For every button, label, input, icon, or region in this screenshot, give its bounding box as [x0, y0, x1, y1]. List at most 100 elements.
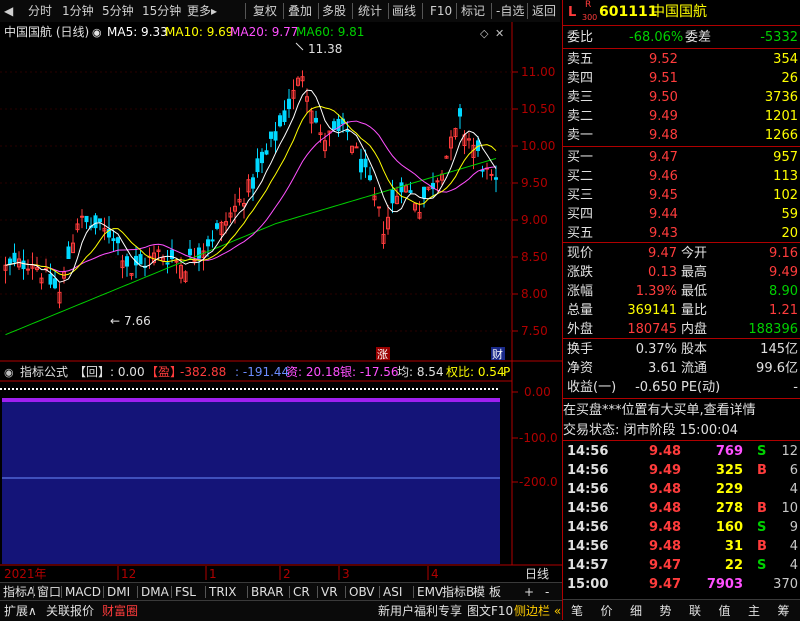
trade-time: 14:56: [567, 482, 609, 497]
indicator-tab[interactable]: FSL: [175, 583, 196, 601]
fundamental-value: 0.37%: [635, 342, 677, 357]
indicator-tab[interactable]: MACD: [65, 583, 101, 601]
divider: [563, 440, 800, 441]
quote-tab[interactable]: 主: [748, 602, 760, 620]
low-label-arrow: ←: [110, 314, 120, 328]
tab-divider: [345, 586, 346, 598]
new-user-promo[interactable]: 新用户福利专享: [378, 602, 462, 620]
indicator-tick-2: -200.0: [519, 475, 558, 489]
indicator-v2: : -191.44: [235, 365, 289, 379]
candle-body: [345, 130, 350, 133]
divider: [563, 48, 800, 49]
candle-body: [21, 260, 26, 270]
trade-count: 9: [789, 520, 798, 535]
tab-15min[interactable]: 15分钟: [142, 3, 181, 19]
indicator-tab[interactable]: CR: [293, 583, 310, 601]
stat-value: 9.47: [648, 246, 677, 261]
sidebar-toggle[interactable]: 侧边栏 «: [514, 602, 561, 620]
quote-tab[interactable]: 值: [719, 602, 731, 620]
indicator-yin: 银: -17.56: [340, 365, 399, 379]
quote-tab[interactable]: 联: [689, 602, 701, 620]
btn-mark[interactable]: 标记: [461, 3, 485, 19]
trade-time: 14:56: [567, 501, 609, 516]
indicator-b-tab[interactable]: 指标B: [442, 583, 474, 601]
candle-body: [354, 146, 359, 149]
quote-tab[interactable]: 笔: [571, 602, 583, 620]
tab-1min[interactable]: 1分钟: [62, 3, 94, 19]
bid-level-label: 买四: [567, 207, 594, 222]
quote-tab[interactable]: 筹: [778, 602, 790, 620]
tab-divider: [289, 586, 290, 598]
indicator-tab[interactable]: TRIX: [209, 583, 236, 601]
ask-price: 9.50: [649, 90, 678, 105]
quote-tab[interactable]: 价: [601, 602, 613, 620]
f10-graphic-tab[interactable]: 图文F10: [467, 602, 513, 620]
indicator-tab[interactable]: VR: [321, 583, 338, 601]
toolbar-divider: [318, 3, 319, 19]
btn-statistics[interactable]: 统计: [358, 3, 382, 19]
related-quotes-tab[interactable]: 关联报价: [46, 602, 94, 620]
trade-side: S: [757, 444, 767, 459]
indicator-dropdown-icon[interactable]: ◉: [4, 366, 14, 379]
trade-price: 9.47: [649, 577, 682, 592]
indicator-tab[interactable]: BRAR: [251, 583, 284, 601]
trade-price: 9.48: [649, 501, 682, 516]
trade-row: 14:56 9.49 325 B 6: [563, 461, 800, 480]
trade-count: 370: [773, 577, 798, 592]
btn-multi-stock[interactable]: 多股: [322, 3, 346, 19]
big-order-notice[interactable]: 在买盘***位置有大买单,查看详情: [563, 401, 800, 420]
tab-timeshare[interactable]: 分时: [28, 3, 52, 19]
candle-body: [192, 259, 197, 262]
ask-volume: 1201: [764, 109, 798, 124]
tab-more[interactable]: 更多▸: [187, 3, 217, 19]
close-icon[interactable]: ✕: [495, 27, 504, 40]
kline-chart[interactable]: 中国国航 (日线) ◉ MA5: 9.33 MA10: 9.69 MA20: 9…: [0, 22, 562, 620]
ask-row: 卖五 9.52 354: [563, 50, 800, 69]
weicha-label: 委差: [685, 30, 712, 45]
trade-time: 14:56: [567, 539, 609, 554]
dropdown-icon[interactable]: ◉: [92, 26, 102, 39]
time-label-0: 2021年: [4, 567, 47, 581]
period-label[interactable]: 日线: [525, 567, 549, 581]
ask-row: 卖一 9.48 1266: [563, 126, 800, 145]
candle-body: [359, 158, 363, 173]
indicator-tab[interactable]: OBV: [349, 583, 375, 601]
indicator-area: [2, 398, 500, 564]
btn-back[interactable]: 返回: [532, 3, 556, 19]
btn-f10[interactable]: F10: [430, 3, 452, 19]
candle-body: [422, 186, 426, 199]
tab-5min[interactable]: 5分钟: [102, 3, 134, 19]
price-tick-label: 10.50: [521, 102, 555, 116]
fundamental-row: 收益(一) -0.650 PE(动) -: [563, 378, 800, 397]
btn-draw-line[interactable]: 画线: [392, 3, 416, 19]
indicator-tab[interactable]: EMV: [417, 583, 443, 601]
btn-overlay[interactable]: 叠加: [288, 3, 312, 19]
btn-fuquan[interactable]: 复权: [253, 3, 277, 19]
btn-remove-favorite[interactable]: -自选: [496, 3, 524, 19]
candle-body: [314, 117, 318, 123]
zoom-in-button[interactable]: +: [524, 583, 534, 601]
indicator-tab[interactable]: DMI: [107, 583, 130, 601]
template-tab[interactable]: 板: [489, 583, 501, 601]
wealth-circle-tab[interactable]: 财富圈: [102, 602, 138, 620]
expand-button[interactable]: 扩展∧: [4, 602, 37, 620]
candle-body: [48, 273, 53, 285]
fundamental-label: 收益(一): [567, 380, 617, 395]
diamond-icon[interactable]: ◇: [480, 27, 489, 40]
candle-body: [125, 256, 129, 267]
template-tab[interactable]: 模: [473, 583, 485, 601]
candle-body: [116, 237, 120, 244]
indicator-tab[interactable]: DMA: [141, 583, 169, 601]
scroll-left-icon[interactable]: ◀: [4, 3, 13, 19]
quote-tab[interactable]: 细: [630, 602, 642, 620]
trade-time: 14:57: [567, 558, 609, 573]
divider: [563, 338, 800, 339]
indicator-tab[interactable]: ASI: [383, 583, 402, 601]
quote-tab[interactable]: 势: [660, 602, 672, 620]
ask-row: 卖四 9.51 26: [563, 69, 800, 88]
zoom-out-button[interactable]: -: [545, 583, 549, 601]
stat-label: 涨幅: [567, 284, 594, 299]
indicator-tab[interactable]: 窗口: [37, 583, 61, 601]
indicator-tab[interactable]: 指标A: [3, 583, 35, 601]
stat-value: 9.16: [769, 246, 798, 261]
